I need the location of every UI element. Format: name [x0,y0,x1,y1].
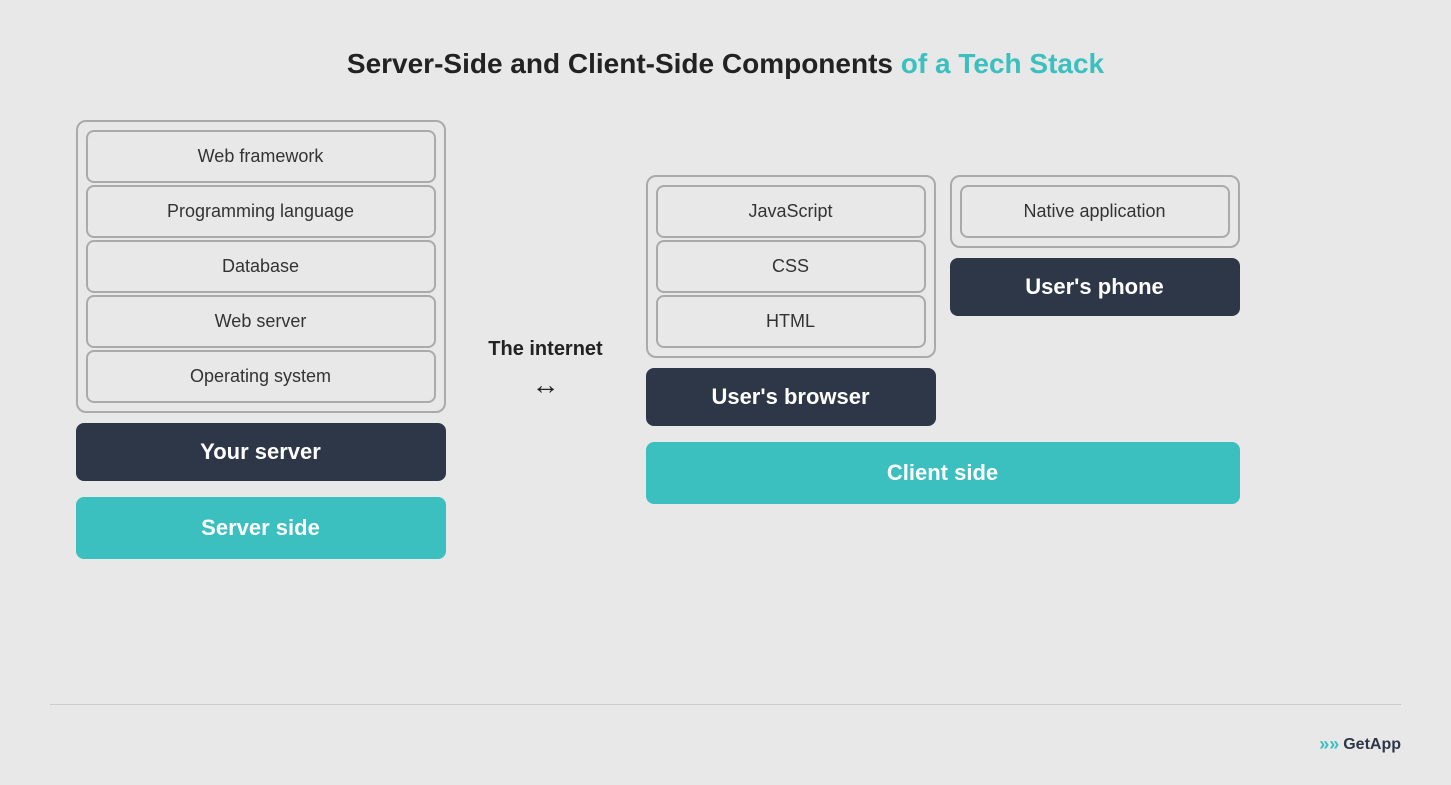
client-headers-row: JavaScript CSS HTML User's browser Nativ… [646,175,1240,426]
getapp-logo: »» GetApp [1319,734,1401,755]
your-server-label: Your server [76,423,446,481]
component-web-framework: Web framework [86,130,436,183]
page-title: Server-Side and Client-Side Components o… [347,48,1104,80]
component-programming-language: Programming language [86,185,436,238]
internet-label: The internet [488,338,602,361]
client-column: JavaScript CSS HTML User's browser Nativ… [646,175,1240,504]
diagram: Web framework Programming language Datab… [76,120,1376,559]
component-native-application: Native application [960,185,1230,238]
users-phone-label: User's phone [950,258,1240,316]
divider-line [50,704,1401,705]
server-column: Web framework Programming language Datab… [76,120,446,559]
users-browser-label: User's browser [646,368,936,426]
getapp-chevrons-icon: »» [1319,734,1339,755]
bidirectional-arrow-icon: ↔ [532,369,560,401]
browser-components-group: JavaScript CSS HTML [646,175,936,358]
component-css: CSS [656,240,926,293]
client-side-label: Client side [646,442,1240,504]
title-prefix: Server-Side and Client-Side Components [347,48,893,79]
client-sections-row: Client side [646,426,1240,504]
title-highlight: of a Tech Stack [901,48,1104,79]
server-side-label: Server side [76,497,446,559]
internet-column: The internet ↔ [446,278,646,401]
component-operating-system: Operating system [86,350,436,403]
server-components-group: Web framework Programming language Datab… [76,120,446,413]
component-database: Database [86,240,436,293]
browser-column: JavaScript CSS HTML User's browser [646,175,936,426]
getapp-text: GetApp [1343,736,1401,754]
phone-column: Native application User's phone [950,175,1240,426]
component-web-server: Web server [86,295,436,348]
component-javascript: JavaScript [656,185,926,238]
component-html: HTML [656,295,926,348]
phone-components-group: Native application [950,175,1240,248]
